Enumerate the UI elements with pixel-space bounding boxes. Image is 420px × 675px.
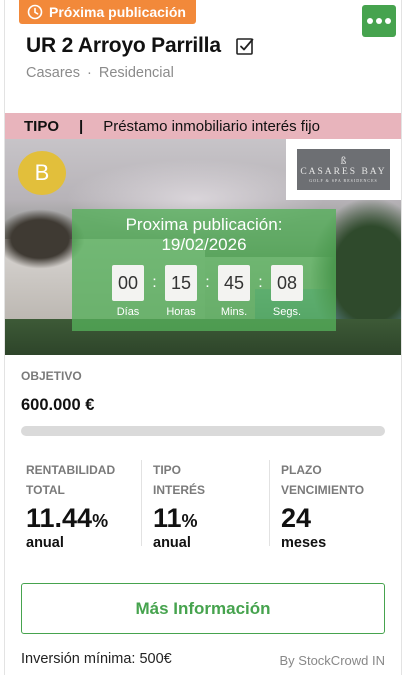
- more-dots-icon: [367, 18, 373, 24]
- funding-progress-bar: [21, 426, 385, 436]
- objetivo-value: 600.000 €: [21, 396, 95, 414]
- stat-period: anual: [153, 535, 191, 551]
- project-card: Próxima publicación UR 2 Arroyo Parrilla…: [4, 0, 402, 675]
- stat-divider: [269, 460, 270, 546]
- clock-icon: [27, 4, 43, 20]
- project-title: UR 2 Arroyo Parrilla: [26, 34, 221, 57]
- countdown-separator: :: [152, 274, 157, 291]
- countdown-separator: :: [205, 274, 210, 291]
- stat-unit: %: [181, 511, 198, 531]
- stat-label: TIPO INTERÉS: [153, 463, 206, 497]
- project-image: B ß CASARES BAY GOLF & SPA RESIDENCES Pr…: [5, 139, 401, 355]
- countdown-title: Proxima publicación:: [125, 215, 283, 234]
- objetivo-label: OBJETIVO: [21, 369, 82, 383]
- countdown-hours: 15 Horas: [165, 265, 197, 318]
- countdown-minutes: 45 Mins.: [218, 265, 250, 318]
- stat-number: 24: [281, 503, 312, 533]
- countdown-separator: :: [258, 274, 263, 291]
- countdown-days-value: 00: [112, 265, 144, 301]
- stat-value: 11%: [153, 504, 205, 535]
- title-row: UR 2 Arroyo Parrilla: [26, 34, 255, 58]
- stat-period: anual: [26, 535, 64, 551]
- tipo-value: Préstamo inmobiliario interés fijo: [103, 117, 320, 135]
- tipo-bar: TIPO | Préstamo inmobiliario interés fij…: [5, 113, 401, 139]
- location-city: Casares: [26, 65, 80, 81]
- countdown-hours-label: Horas: [166, 306, 196, 318]
- project-location: Casares · Residencial: [26, 65, 174, 81]
- countdown-panel: Proxima publicación: 19/02/2026 00 Días …: [72, 209, 336, 331]
- stat-value: 11.44%: [26, 504, 115, 535]
- min-investment: Inversión mínima: 500€: [21, 651, 172, 667]
- publication-badge: Próxima publicación: [19, 0, 196, 24]
- stat-divider: [141, 460, 142, 546]
- checkbox-icon[interactable]: [235, 36, 255, 56]
- more-options-button[interactable]: [362, 5, 396, 37]
- countdown-days: 00 Días: [112, 265, 144, 318]
- countdown-days-label: Días: [116, 306, 140, 318]
- tipo-label: TIPO: [24, 117, 60, 135]
- stat-plazo: PLAZO VENCIMIENTO 24 meses: [281, 460, 364, 551]
- countdown-timer: 00 Días : 15 Horas : 45 Mins. : 08 Segs.: [112, 265, 303, 318]
- stat-value: 24: [281, 504, 364, 535]
- more-dot: [385, 18, 391, 24]
- location-separator: ·: [87, 65, 92, 81]
- stats-row: RENTABILIDAD TOTAL 11.44% anual TIPO INT…: [5, 460, 401, 551]
- provider-credit: By StockCrowd IN: [279, 653, 385, 668]
- more-info-button[interactable]: Más Información: [21, 583, 385, 634]
- rating-badge: B: [18, 151, 66, 195]
- stat-label: RENTABILIDAD TOTAL: [26, 463, 116, 497]
- countdown-minutes-value: 45: [218, 265, 250, 301]
- developer-logo-mark: ß CASARES BAY GOLF & SPA RESIDENCES: [297, 149, 390, 190]
- countdown-seconds-label: Segs.: [272, 306, 302, 318]
- logo-name: CASARES BAY: [300, 167, 387, 177]
- tipo-separator: |: [79, 117, 84, 135]
- stat-number: 11: [153, 503, 182, 533]
- logo-subtitle: GOLF & SPA RESIDENCES: [309, 178, 378, 183]
- stat-number: 11.44: [26, 503, 93, 533]
- countdown-seconds-value: 08: [271, 265, 303, 301]
- stat-tipo-interes: TIPO INTERÉS 11% anual: [153, 460, 205, 551]
- project-category: Residencial: [98, 65, 174, 81]
- stat-period: meses: [281, 535, 327, 551]
- more-dot: [376, 18, 382, 24]
- countdown-minutes-label: Mins.: [220, 306, 248, 318]
- developer-logo: ß CASARES BAY GOLF & SPA RESIDENCES: [286, 139, 401, 200]
- stat-unit: %: [92, 511, 109, 531]
- logo-symbol: ß: [340, 155, 347, 167]
- stat-label: PLAZO VENCIMIENTO: [281, 463, 365, 497]
- countdown-date: 19/02/2026: [161, 235, 247, 254]
- countdown-seconds: 08 Segs.: [271, 265, 303, 318]
- stat-rentabilidad: RENTABILIDAD TOTAL 11.44% anual: [26, 460, 115, 551]
- publication-badge-label: Próxima publicación: [49, 4, 186, 20]
- countdown-hours-value: 15: [165, 265, 197, 301]
